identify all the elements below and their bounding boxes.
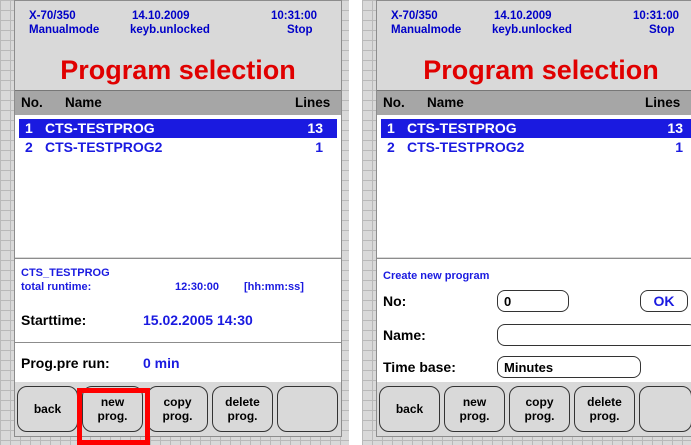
- col-lines: Lines: [645, 95, 681, 110]
- time-label: 10:31:00: [633, 10, 680, 22]
- name-input[interactable]: [497, 324, 691, 346]
- create-heading-box: Create new program: [377, 258, 691, 286]
- button-bar: back new prog. copy prog. delete prog.: [15, 382, 341, 436]
- delete-program-button[interactable]: delete prog.: [574, 386, 635, 432]
- keyboard-status: keyb.unlocked: [130, 24, 210, 36]
- blank-button[interactable]: [277, 386, 338, 432]
- mode-label: Manualmode: [29, 24, 100, 36]
- left-screen: X-70/350 14.10.2009 10:31:00 Manualmode …: [14, 0, 342, 437]
- runtime-value: 12:30:00: [175, 281, 220, 293]
- back-button[interactable]: back: [17, 386, 78, 432]
- machine-label: X-70/350: [391, 10, 438, 22]
- program-row[interactable]: 2 CTS-TESTPROG2 1: [19, 138, 337, 157]
- col-name: Name: [65, 95, 102, 110]
- starttime-field[interactable]: Starttime: 15.02.2005 14:30: [15, 300, 341, 343]
- page-title: Program selection: [60, 55, 296, 85]
- program-row[interactable]: 1 CTS-TESTPROG 13: [381, 119, 691, 138]
- run-status: Stop: [649, 24, 675, 36]
- create-form: No: 0 OK Name: Time base: Minutes: [377, 285, 691, 385]
- right-screen: X-70/350 14.10.2009 10:31:00 Manualmode …: [376, 0, 691, 437]
- status-header: X-70/350 14.10.2009 10:31:00 Manualmode …: [377, 1, 691, 43]
- highlight-frame: [77, 388, 150, 445]
- timebase-label: Time base:: [383, 359, 456, 375]
- copy-program-button[interactable]: copy prog.: [509, 386, 570, 432]
- timebase-select[interactable]: Minutes: [497, 356, 641, 378]
- status-header: X-70/350 14.10.2009 10:31:00 Manualmode …: [15, 1, 341, 43]
- starttime-value: 15.02.2005 14:30: [143, 312, 253, 328]
- machine-label: X-70/350: [29, 10, 76, 22]
- back-button[interactable]: back: [379, 386, 440, 432]
- blank-button[interactable]: [639, 386, 691, 432]
- prerun-value: 0 min: [143, 355, 180, 371]
- create-heading: Create new program: [383, 270, 490, 282]
- column-header: No. Name Lines: [15, 90, 341, 117]
- ok-button[interactable]: OK: [640, 290, 688, 312]
- time-label: 10:31:00: [271, 10, 318, 22]
- delete-program-button[interactable]: delete prog.: [212, 386, 273, 432]
- no-label: No:: [383, 293, 407, 309]
- col-no: No.: [383, 95, 405, 110]
- starttime-label: Starttime:: [21, 312, 87, 328]
- copy-program-button[interactable]: copy prog.: [147, 386, 208, 432]
- program-list: 1 CTS-TESTPROG 13 2 CTS-TESTPROG2 1: [15, 115, 341, 257]
- name-label: Name:: [383, 327, 426, 343]
- new-program-button[interactable]: new prog.: [444, 386, 505, 432]
- program-list: 1 CTS-TESTPROG 13 2 CTS-TESTPROG2 1: [377, 115, 691, 257]
- column-header: No. Name Lines: [377, 90, 691, 117]
- mode-label: Manualmode: [391, 24, 462, 36]
- button-bar: back new prog. copy prog. delete prog.: [377, 382, 691, 436]
- runtime-unit: [hh:mm:ss]: [244, 281, 304, 293]
- program-row[interactable]: 1 CTS-TESTPROG 13: [19, 119, 337, 138]
- keyboard-status: keyb.unlocked: [492, 24, 572, 36]
- runtime-label: total runtime:: [21, 281, 92, 293]
- program-info: CTS_TESTPROG total runtime: 12:30:00 [hh…: [15, 258, 341, 301]
- col-no: No.: [21, 95, 43, 110]
- col-name: Name: [427, 95, 464, 110]
- date-label: 14.10.2009: [132, 10, 190, 22]
- prerun-label: Prog.pre run:: [21, 355, 110, 371]
- col-lines: Lines: [295, 95, 331, 110]
- prerun-field[interactable]: Prog.pre run: 0 min: [15, 343, 341, 386]
- run-status: Stop: [287, 24, 313, 36]
- program-row[interactable]: 2 CTS-TESTPROG2 1: [381, 138, 691, 157]
- page-title: Program selection: [423, 55, 659, 85]
- date-label: 14.10.2009: [494, 10, 552, 22]
- selected-program-name: CTS_TESTPROG: [21, 267, 110, 279]
- no-input[interactable]: 0: [497, 290, 569, 312]
